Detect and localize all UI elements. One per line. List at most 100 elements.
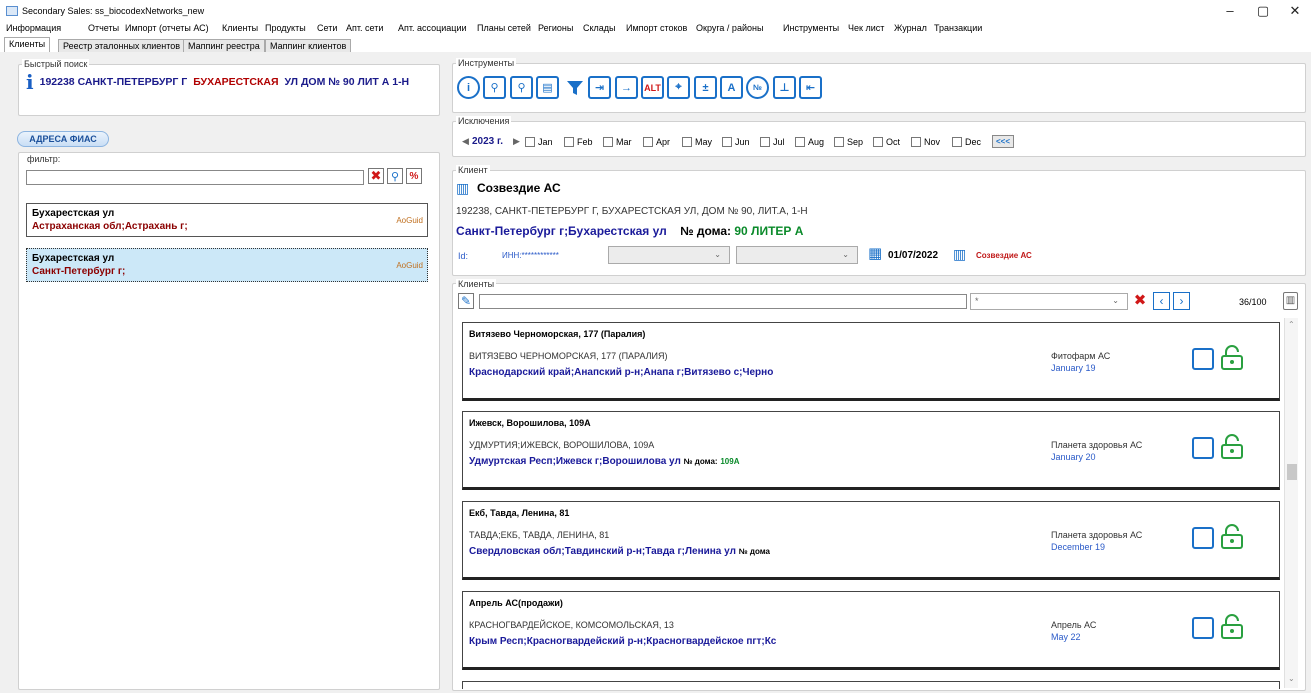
search-icon[interactable]: ⚲ bbox=[387, 168, 403, 184]
clients-scrollbar[interactable]: ⌃ ⌄ bbox=[1284, 318, 1298, 688]
month-apr[interactable]: Apr bbox=[643, 137, 670, 147]
menu-tools[interactable]: Инструменты bbox=[783, 23, 839, 33]
client-combo-2[interactable]: ⌄ bbox=[736, 246, 858, 264]
tab-reference-registry[interactable]: Реестр эталонных клиентов bbox=[58, 39, 186, 52]
quick-search-result[interactable]: i 192238 САНКТ-ПЕТЕРБУРГ Г БУХАРЕСТСКАЯ … bbox=[26, 70, 409, 94]
month-jun[interactable]: Jun bbox=[722, 137, 750, 147]
house-number: 90 ЛИТЕР А bbox=[734, 224, 804, 238]
menu-transactions[interactable]: Транзакции bbox=[934, 23, 982, 33]
filter-icon[interactable] bbox=[563, 76, 586, 99]
month-mar[interactable]: Mar bbox=[603, 137, 632, 147]
client-card-title: Витязево Черноморская, 177 (Паралия) bbox=[469, 329, 646, 339]
month-dec[interactable]: Dec bbox=[952, 137, 981, 147]
next-year-icon[interactable]: ▶ bbox=[513, 136, 520, 147]
client-card[interactable]: Екб, Тавда, Ленина, 81 ТАВДА;ЕКБ, ТАВДА,… bbox=[462, 501, 1280, 580]
month-jul[interactable]: Jul bbox=[760, 137, 785, 147]
menu-regions[interactable]: Регионы bbox=[538, 23, 573, 33]
month-nov[interactable]: Nov bbox=[911, 137, 940, 147]
info-tool-icon[interactable]: i bbox=[457, 76, 480, 99]
location-add-icon[interactable]: ⚲ bbox=[483, 76, 506, 99]
month-may[interactable]: May bbox=[682, 137, 712, 147]
location-remove-icon[interactable]: ⚲ bbox=[510, 76, 533, 99]
building-icon: ▥ bbox=[456, 180, 470, 196]
columns-icon[interactable]: ▥ bbox=[1283, 292, 1298, 310]
menu-checklist[interactable]: Чек лист bbox=[848, 23, 884, 33]
select-checkbox[interactable] bbox=[1192, 437, 1214, 459]
menu-journal[interactable]: Журнал bbox=[894, 23, 927, 33]
prev-year-icon[interactable]: ◀ bbox=[462, 136, 469, 147]
scroll-thumb[interactable] bbox=[1287, 464, 1297, 480]
client-card-region: Свердловская обл;Тавдинский р-н;Тавда г;… bbox=[469, 546, 736, 557]
lock-open-icon[interactable] bbox=[1219, 434, 1245, 460]
menu-network-plans[interactable]: Планы сетей bbox=[477, 23, 531, 33]
menu-pharmacy-networks[interactable]: Апт. сети bbox=[346, 23, 383, 33]
client-card[interactable]: Витязево Черноморская, 177 (Паралия) ВИТ… bbox=[462, 322, 1280, 401]
calculator-icon[interactable]: ± bbox=[694, 76, 717, 99]
lock-open-icon[interactable] bbox=[1219, 524, 1245, 550]
clients-search-input[interactable] bbox=[479, 294, 967, 309]
hierarchy-icon[interactable]: ⊥ bbox=[773, 76, 796, 99]
clients-filter-select[interactable]: * ⌄ bbox=[970, 293, 1128, 310]
address-item[interactable]: Бухарестская ул Астраханская обл;Астраха… bbox=[26, 203, 428, 237]
month-aug[interactable]: Aug bbox=[795, 137, 824, 147]
client-card-house-label: № дома: bbox=[683, 457, 718, 466]
tab-clients[interactable]: Клиенты bbox=[4, 37, 51, 52]
address-item-selected[interactable]: Бухарестская ул Санкт-Петербург г; AoGui… bbox=[26, 248, 428, 282]
menu-warehouses[interactable]: Склады bbox=[583, 23, 616, 33]
page-counter: 36/100 bbox=[1239, 297, 1267, 307]
select-checkbox[interactable] bbox=[1192, 348, 1214, 370]
month-feb[interactable]: Feb bbox=[564, 137, 593, 147]
client-card[interactable]: Апрель АС(продажи) КРАСНОГВАРДЕЙСКОЕ, КО… bbox=[462, 591, 1280, 670]
menu-reports[interactable]: Отчеты bbox=[88, 23, 119, 33]
menu-clients[interactable]: Клиенты bbox=[222, 23, 258, 33]
client-card-network: Фитофарм АС bbox=[1051, 351, 1111, 361]
menu-districts[interactable]: Округа / районы bbox=[696, 23, 763, 33]
client-card-title: Ижевск, Ворошилова, 109А bbox=[469, 418, 591, 428]
client-label: Клиент bbox=[456, 165, 490, 175]
scroll-up-icon[interactable]: ⌃ bbox=[1288, 320, 1295, 329]
clear-clients-icon[interactable]: ✖ bbox=[1131, 292, 1149, 310]
select-checkbox[interactable] bbox=[1192, 527, 1214, 549]
flash-a-icon[interactable]: A bbox=[720, 76, 743, 99]
client-combo-1[interactable]: ⌄ bbox=[608, 246, 730, 264]
maximize-button[interactable]: ▢ bbox=[1248, 2, 1278, 20]
scroll-down-icon[interactable]: ⌄ bbox=[1288, 674, 1295, 683]
menu-info[interactable]: Информация bbox=[6, 23, 61, 33]
tab-client-mapping[interactable]: Маппинг клиентов bbox=[265, 39, 352, 52]
select-checkbox[interactable] bbox=[1192, 617, 1214, 639]
menu-import-stocks[interactable]: Импорт стоков bbox=[626, 23, 687, 33]
client-card-region: Краснодарский край;Анапский р-н;Анапа г;… bbox=[469, 367, 774, 378]
lock-open-icon[interactable] bbox=[1219, 614, 1245, 640]
close-button[interactable]: ✕ bbox=[1280, 2, 1310, 20]
minimize-button[interactable]: – bbox=[1215, 2, 1245, 20]
import-file-icon[interactable]: ⇤ bbox=[799, 76, 822, 99]
prev-page-icon[interactable]: ‹ bbox=[1153, 292, 1170, 310]
tab-registry-mapping[interactable]: Маппинг реестра bbox=[183, 39, 265, 52]
collapse-months-button[interactable]: <<< bbox=[992, 135, 1014, 148]
number-search-icon[interactable]: № bbox=[746, 76, 769, 99]
next-page-icon[interactable]: › bbox=[1173, 292, 1190, 310]
filter-input[interactable] bbox=[26, 170, 364, 185]
menu-products[interactable]: Продукты bbox=[265, 23, 306, 33]
menu-import-reports[interactable]: Импорт (отчеты АС) bbox=[125, 23, 209, 33]
client-card[interactable]: Ижевск, Ворошилова, 109А УДМУРТИЯ;ИЖЕВСК… bbox=[462, 411, 1280, 490]
lock-open-icon[interactable] bbox=[1219, 345, 1245, 371]
month-sep[interactable]: Sep bbox=[834, 137, 863, 147]
calendar-icon[interactable]: ▦ bbox=[868, 246, 884, 262]
month-jan[interactable]: Jan bbox=[525, 137, 553, 147]
clear-filter-icon[interactable]: ✖ bbox=[368, 168, 384, 184]
alt-location-icon[interactable]: ALT bbox=[641, 76, 664, 99]
map-icon[interactable]: ⌖ bbox=[667, 76, 690, 99]
document-icon[interactable]: ▤ bbox=[536, 76, 559, 99]
fias-addresses-button[interactable]: АДРЕСА ФИАС bbox=[17, 131, 109, 147]
client-card-region-line: Удмуртская Респ;Ижевск г;Ворошилова ул №… bbox=[469, 456, 739, 467]
tools-label: Инструменты bbox=[456, 58, 517, 68]
export-icon[interactable]: ⇥ bbox=[588, 76, 611, 99]
client-card-network: Апрель АС bbox=[1051, 620, 1097, 630]
menu-pharmacy-associations[interactable]: Апт. ассоциации bbox=[398, 23, 467, 33]
month-oct[interactable]: Oct bbox=[873, 137, 900, 147]
menu-networks[interactable]: Сети bbox=[317, 23, 337, 33]
percent-icon[interactable]: % bbox=[406, 168, 422, 184]
file-arrow-icon[interactable]: → bbox=[615, 76, 638, 99]
edit-icon[interactable]: ✎ bbox=[458, 293, 474, 309]
